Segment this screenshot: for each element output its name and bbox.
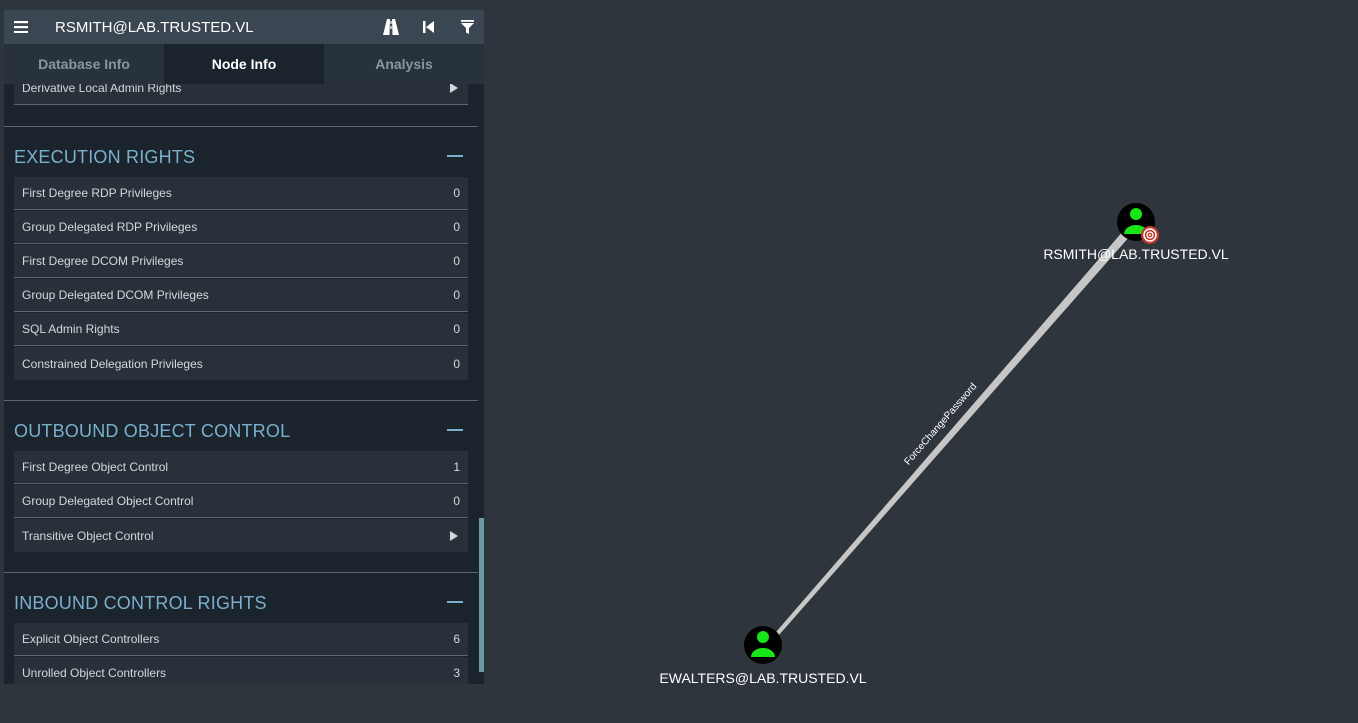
section-divider <box>4 400 478 401</box>
list-item[interactable]: SQL Admin Rights 0 <box>14 313 468 346</box>
search-input[interactable]: RSMITH@LAB.TRUSTED.VL <box>38 19 374 36</box>
row-count: 3 <box>453 666 460 680</box>
row-label: Transitive Object Control <box>22 528 154 543</box>
list-item[interactable]: Group Delegated DCOM Privileges 0 <box>14 279 468 312</box>
search-bar: RSMITH@LAB.TRUSTED.VL <box>4 10 484 44</box>
tab-node-info[interactable]: Node Info <box>164 44 324 84</box>
row-count: 6 <box>453 632 460 646</box>
expand-arrow-icon <box>450 530 458 541</box>
section-divider <box>4 126 478 127</box>
step-backward-icon[interactable] <box>412 10 446 44</box>
collapse-icon[interactable] <box>447 601 463 603</box>
collapse-icon[interactable] <box>447 155 463 157</box>
side-panel: RSMITH@LAB.TRUSTED.VL Database Info Node… <box>4 10 484 684</box>
row-count: 0 <box>453 186 460 200</box>
row-count: 0 <box>453 356 460 371</box>
row-count: 0 <box>453 494 460 508</box>
node-info-content[interactable]: Derivative Local Admin Rights EXECUTION … <box>4 84 478 684</box>
row-count: 0 <box>453 322 460 336</box>
row-label: First Degree DCOM Privileges <box>22 254 184 268</box>
graph-node-ewalters[interactable]: EWALTERS@LAB.TRUSTED.VL <box>659 626 867 686</box>
list-item[interactable]: First Degree Object Control 1 <box>14 451 468 484</box>
list-item-derivative-local-admin[interactable]: Derivative Local Admin Rights <box>14 84 468 105</box>
row-label: Group Delegated DCOM Privileges <box>22 288 209 302</box>
graph-edge[interactable]: ForceChangePassword <box>776 230 1130 635</box>
filter-icon[interactable] <box>450 10 484 44</box>
row-count: 0 <box>453 220 460 234</box>
list-item[interactable]: Group Delegated Object Control 0 <box>14 485 468 518</box>
list-item[interactable]: First Degree DCOM Privileges 0 <box>14 245 468 278</box>
scrollbar-thumb[interactable] <box>479 518 484 672</box>
list-item[interactable]: Explicit Object Controllers 6 <box>14 623 468 656</box>
row-count: 1 <box>453 460 460 474</box>
section-divider <box>4 572 478 573</box>
list-item[interactable]: Unrolled Object Controllers 3 <box>14 657 468 684</box>
row-count: 0 <box>453 254 460 268</box>
collapse-icon[interactable] <box>447 429 463 431</box>
row-label: First Degree RDP Privileges <box>22 186 172 200</box>
list-item[interactable]: Group Delegated RDP Privileges 0 <box>14 211 468 244</box>
row-label: Group Delegated RDP Privileges <box>22 220 198 234</box>
row-count: 0 <box>453 288 460 302</box>
row-label: Derivative Local Admin Rights <box>22 84 182 95</box>
row-label: SQL Admin Rights <box>22 322 120 336</box>
list-item[interactable]: Transitive Object Control <box>14 519 468 552</box>
target-icon <box>1141 226 1159 244</box>
node-label-ewalters: EWALTERS@LAB.TRUSTED.VL <box>659 670 866 686</box>
row-label: Group Delegated Object Control <box>22 494 194 508</box>
section-title-execution-rights: EXECUTION RIGHTS <box>14 147 196 167</box>
tab-bar: Database Info Node Info Analysis <box>4 44 484 84</box>
tab-database-info[interactable]: Database Info <box>4 44 164 84</box>
tab-analysis[interactable]: Analysis <box>324 44 484 84</box>
row-label: First Degree Object Control <box>22 460 169 474</box>
section-title-outbound-object-control: OUTBOUND OBJECT CONTROL <box>14 421 291 441</box>
row-label: Unrolled Object Controllers <box>22 666 167 680</box>
node-label-rsmith: RSMITH@LAB.TRUSTED.VL <box>1043 246 1229 262</box>
row-label: Constrained Delegation Privileges <box>22 356 203 371</box>
edge-label: ForceChangePassword <box>902 381 979 467</box>
list-item[interactable]: Constrained Delegation Privileges 0 <box>14 347 468 380</box>
row-label: Explicit Object Controllers <box>22 632 160 646</box>
list-item[interactable]: First Degree RDP Privileges 0 <box>14 177 468 210</box>
hamburger-menu-icon[interactable] <box>4 10 38 44</box>
road-icon[interactable] <box>374 10 408 44</box>
graph-node-rsmith[interactable]: RSMITH@LAB.TRUSTED.VL <box>1043 203 1229 262</box>
section-title-inbound-control-rights: INBOUND CONTROL RIGHTS <box>14 593 267 613</box>
expand-arrow-icon <box>450 84 458 93</box>
